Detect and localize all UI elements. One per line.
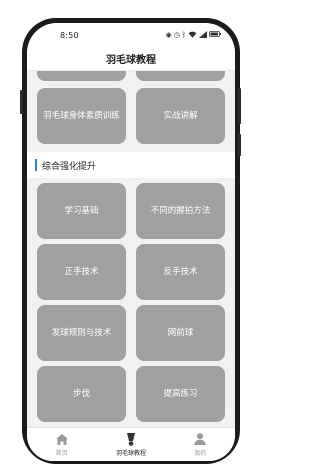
tab-profile[interactable]: 我的 xyxy=(170,432,230,457)
section-title: 综合强化提升 xyxy=(42,161,97,172)
page-title: 羽毛球教程 xyxy=(106,55,156,66)
tile-improve-practice[interactable]: 提高练习 xyxy=(136,366,225,422)
tile-label: 提高练习 xyxy=(163,389,198,399)
tile-label: 网前球 xyxy=(167,328,194,338)
shuttlecock-icon xyxy=(125,432,137,446)
tile-physical-training[interactable]: 羽毛球身体素质训练 xyxy=(37,88,126,144)
tab-label: 羽毛球教程 xyxy=(115,450,146,457)
tile-label: 正手技术 xyxy=(64,267,99,277)
tab-label: 我的 xyxy=(194,450,207,457)
tile-label: 发球规则与技术 xyxy=(51,328,112,338)
power-button xyxy=(238,88,241,124)
tile-top-left[interactable] xyxy=(37,71,126,81)
tile-label: 步伐 xyxy=(72,389,90,399)
tile-backhand[interactable]: 反手技术 xyxy=(136,244,225,300)
tile-match-explanation[interactable]: 实战讲解 xyxy=(136,88,225,144)
tile-footwork[interactable]: 步伐 xyxy=(37,366,126,422)
section-accent-bar xyxy=(35,159,37,171)
tab-tutorial[interactable]: 羽毛球教程 xyxy=(101,432,161,457)
tile-forehand[interactable]: 正手技术 xyxy=(37,244,126,300)
bluetooth-icon: ᛒ xyxy=(181,30,186,39)
signal-icon xyxy=(199,30,207,40)
content-scroll[interactable]: 羽毛球身体素质训练 实战讲解 综合强化提升 学习基础 不同的握拍方法 正手技术 … xyxy=(27,71,235,427)
volume-button xyxy=(20,90,23,114)
tile-label: 羽毛球身体素质训练 xyxy=(43,111,120,121)
tile-learn-basics[interactable]: 学习基础 xyxy=(37,183,126,239)
battery-icon xyxy=(209,31,221,39)
status-icons: ◉ ◷ ᛒ xyxy=(165,30,221,40)
alarm-icon: ◷ xyxy=(173,30,180,39)
tab-home[interactable]: 首页 xyxy=(32,432,92,457)
status-time: 8:50 xyxy=(60,30,79,40)
user-icon xyxy=(194,432,206,446)
home-icon xyxy=(55,432,68,446)
status-bar: 8:50 ◉ ◷ ᛒ xyxy=(27,23,235,47)
tile-label: 不同的握拍方法 xyxy=(150,206,211,216)
phone-screen: 8:50 ◉ ◷ ᛒ 羽毛球教程 羽毛球身体素质训练 实战讲解 综合强化提升 学… xyxy=(27,23,235,461)
section-header: 综合强化提升 xyxy=(27,152,235,178)
tab-label: 首页 xyxy=(55,450,68,457)
tile-label: 实战讲解 xyxy=(163,111,198,121)
app-header: 羽毛球教程 xyxy=(27,47,235,71)
wifi-icon xyxy=(188,31,197,40)
tile-label: 反手技术 xyxy=(163,267,198,277)
bottom-tab-bar: 首页 羽毛球教程 我的 xyxy=(27,427,235,461)
tile-top-right[interactable] xyxy=(136,71,225,81)
side-button xyxy=(238,134,241,156)
tile-serve-rules[interactable]: 发球规则与技术 xyxy=(37,305,126,361)
tile-net-shot[interactable]: 网前球 xyxy=(136,305,225,361)
tile-grip-methods[interactable]: 不同的握拍方法 xyxy=(136,183,225,239)
eye-icon: ◉ xyxy=(165,30,172,39)
tile-label: 学习基础 xyxy=(64,206,99,216)
